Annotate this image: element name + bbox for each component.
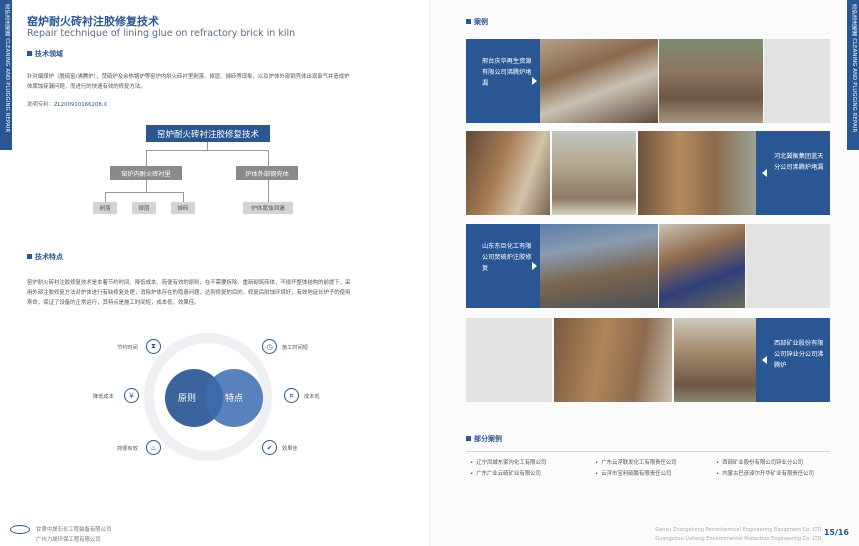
footer-company: 广州力晟环保工程有限公司 xyxy=(36,537,101,543)
feature-item-label: 简便有效 xyxy=(117,446,138,452)
money-icon: ¥ xyxy=(124,388,139,403)
company-logo xyxy=(10,525,30,534)
tree-leaf: 掉层 xyxy=(132,202,156,214)
feature-item-label: 节约时间 xyxy=(117,345,138,351)
partial-case-item: 广东云浮联发化工有限责任公司 xyxy=(595,458,676,466)
footer-company-en: Guangzhou Lisheng Environmental Protecti… xyxy=(655,536,823,542)
feature-item-label: 成本低 xyxy=(304,394,320,400)
tree-connector xyxy=(146,150,147,166)
principle-label: 原则 xyxy=(178,394,197,404)
feature-label: 特点 xyxy=(225,394,244,404)
partial-case-item: 云浮市宝利硫酸有限责任公司 xyxy=(595,469,671,477)
case-row: 河北冀衡集团蓝天分公司沸腾炉堵漏 xyxy=(466,131,830,215)
footer-company: 甘肃中晟石化工程装备有限公司 xyxy=(36,527,112,533)
side-strip-left: 清炉清洗堵漏 CLEANING AND PLUGGING REPAIR xyxy=(0,0,12,150)
tree-connector xyxy=(183,192,184,202)
case-photo xyxy=(638,131,756,215)
case-photo xyxy=(540,224,658,308)
tree-connector xyxy=(268,180,269,202)
section-square-icon xyxy=(466,19,471,24)
divider xyxy=(466,451,830,452)
arrow-right-icon xyxy=(532,77,537,85)
side-strip-text: 清炉清洗堵漏 CLEANING AND PLUGGING REPAIR xyxy=(4,4,10,133)
arrow-left-icon xyxy=(762,169,767,177)
clock-icon: ◷ xyxy=(262,339,277,354)
partial-case-item: 内蒙古巴彦淖尔开华矿业有限责任公司 xyxy=(716,469,814,477)
feature-item-label: 降低成本 xyxy=(93,394,114,400)
section-heading-label: 技术特点 xyxy=(35,253,63,261)
section-heading-label: 技术领域 xyxy=(35,50,63,58)
tree-branch-left: 窑炉内耐火砖衬里 xyxy=(110,166,182,180)
features-paragraph: 窑炉耐火砖衬注胶修复技术是本着节约时间、降低成本、简便有效的原则，在不需要拆除、… xyxy=(27,278,422,308)
section-heading-features: 技术特点 xyxy=(27,252,63,262)
hourglass-icon: ⧗ xyxy=(146,339,161,354)
section-heading-partial: 部分案例 xyxy=(466,434,502,444)
section-heading-label: 案例 xyxy=(474,18,488,26)
right-page: 清炉清洗堵漏 CLEANING AND PLUGGING REPAIR 案例 邢… xyxy=(430,0,859,546)
section-square-icon xyxy=(27,51,32,56)
section-square-icon xyxy=(466,436,471,441)
side-strip-right: 清炉清洗堵漏 CLEANING AND PLUGGING REPAIR xyxy=(847,0,859,150)
tree-connector xyxy=(146,150,268,151)
tree-leaf: 掉砖 xyxy=(171,202,195,214)
features-text-line: 寿命，保证了设备的正常运行，其特点是施工时间短，成本低，效果佳。 xyxy=(27,300,200,306)
arrow-left-icon xyxy=(762,356,767,364)
tree-connector xyxy=(105,192,106,202)
left-page: 清炉清洗堵漏 CLEANING AND PLUGGING REPAIR 窑炉耐火… xyxy=(0,0,429,546)
section-heading-field: 技术领域 xyxy=(27,49,63,59)
partial-case-item: 广东广业云硫矿业有限公司 xyxy=(470,469,541,477)
arrow-right-icon xyxy=(532,262,537,270)
case-label: 河北冀衡集团蓝天分公司沸腾炉堵漏 xyxy=(756,131,830,215)
tree-root-node: 窑炉耐火砖衬注胶修复技术 xyxy=(146,125,270,142)
coin-icon: ¤ xyxy=(284,388,299,403)
case-label: 西部矿业股份有限公司锌业分公司沸腾炉 xyxy=(756,318,830,402)
case-photo-placeholder xyxy=(466,318,552,402)
case-row: 邢台庆华再生资源有限公司沸腾炉堵漏 xyxy=(466,39,830,123)
tree-branch-right: 炉体外部钢壳体 xyxy=(236,166,298,180)
case-row: 西部矿业股份有限公司锌业分公司沸腾炉 xyxy=(466,318,830,402)
field-text-line: 体腐蚀穿漏问题，而进行的快速有效的修复方法。 xyxy=(27,84,146,90)
patent-number: ZL200910166208.X xyxy=(53,102,108,108)
case-label: 山东东巨化工有限公司焚硫炉注胶修复 xyxy=(466,224,540,308)
page-title-cn: 窑炉耐火砖衬注胶修复技术 xyxy=(27,15,159,28)
case-photo xyxy=(659,39,763,123)
section-square-icon xyxy=(27,254,32,259)
tree-connector xyxy=(105,192,183,193)
patent-line: 发明专利：ZL200910166208.X xyxy=(27,100,107,108)
case-photo xyxy=(674,318,756,402)
page-number: 15/16 xyxy=(823,528,849,537)
partial-case-item: 辽宁凤城东家沟化工有限公司 xyxy=(470,458,546,466)
field-paragraph: 针对烟煤炉（脱硫窑/沸腾炉），焚硫炉及余热锅炉等窑炉内耐火砖衬里剥落、掉层、掉砖… xyxy=(27,72,422,92)
tree-leaf: 剥落 xyxy=(93,202,117,214)
case-photo-placeholder xyxy=(746,224,830,308)
case-photo-placeholder xyxy=(764,39,830,123)
tree-leaf: 炉体腐蚀泄漏 xyxy=(243,202,293,214)
case-label: 邢台庆华再生资源有限公司沸腾炉堵漏 xyxy=(466,39,540,123)
section-heading-cases: 案例 xyxy=(466,17,488,27)
field-text-line: 针对烟煤炉（脱硫窑/沸腾炉），焚硫炉及余热锅炉等窑炉内耐火砖衬里剥落、掉层、掉砖… xyxy=(27,74,350,80)
case-photo xyxy=(659,224,745,308)
case-photo xyxy=(466,131,550,215)
case-photo xyxy=(540,39,658,123)
patent-label: 发明专利： xyxy=(27,102,54,108)
footer-company-en: Gansu Zhongsheng Petrochemical Engineeri… xyxy=(655,527,823,533)
page-title-en: Repair technique of lining glue on refra… xyxy=(27,28,296,39)
thumbs-up-icon: ✔ xyxy=(262,440,277,455)
case-row: 山东东巨化工有限公司焚硫炉注胶修复 xyxy=(466,224,830,308)
features-text-line: 用外部注胶修复方法对炉体进行有缺修复处理，消除炉体存在的隐患问题，达到修复的目的… xyxy=(27,290,351,296)
tree-connector xyxy=(268,150,269,166)
tree-connector xyxy=(207,142,208,150)
case-photo xyxy=(554,318,672,402)
features-text-line: 窑炉耐火砖衬注胶修复技术是本着节约时间、降低成本、简便有效的原则，在不需要拆除、… xyxy=(27,280,351,286)
partial-case-item: 西部矿业股份有限公司锌业分公司 xyxy=(716,458,803,466)
tree-connector xyxy=(146,180,147,192)
feature-item-label: 效果佳 xyxy=(282,446,298,452)
section-heading-label: 部分案例 xyxy=(474,435,502,443)
side-strip-text: 清炉清洗堵漏 CLEANING AND PLUGGING REPAIR xyxy=(851,4,857,133)
case-photo xyxy=(552,131,636,215)
feature-item-label: 施工时间短 xyxy=(282,345,308,351)
flame-icon: ♨ xyxy=(146,440,161,455)
